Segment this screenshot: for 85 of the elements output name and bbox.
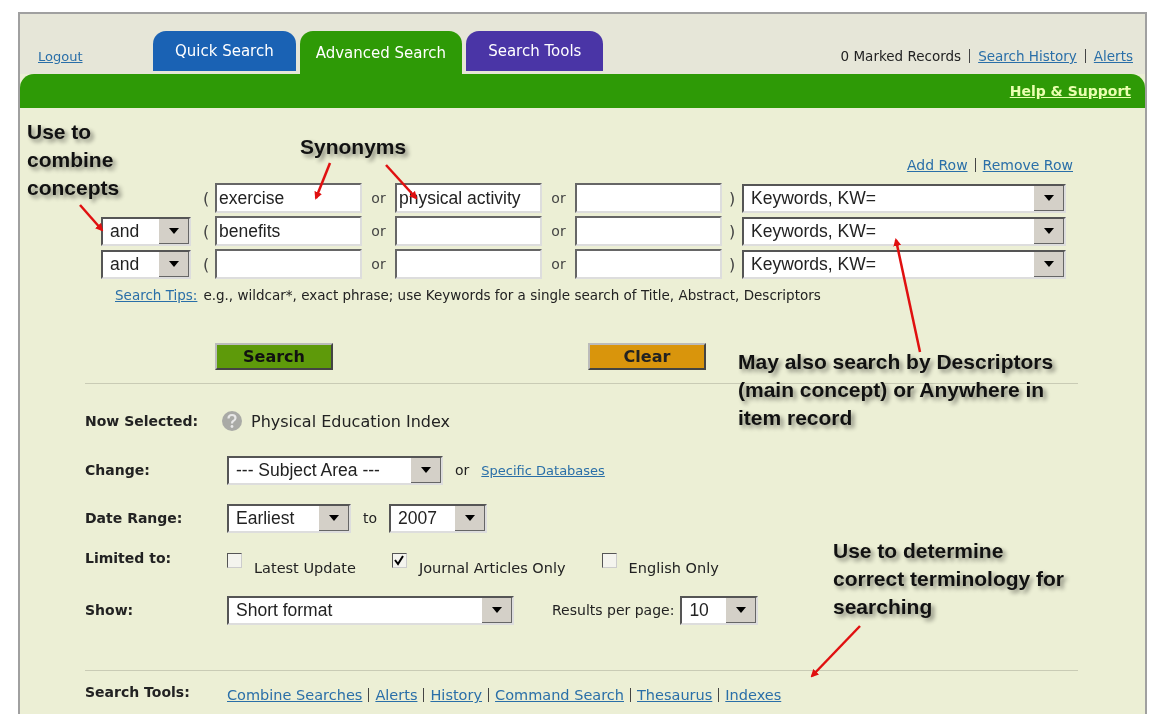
results-per-page-select[interactable]: 10	[680, 595, 759, 625]
format-select[interactable]: Short format	[227, 595, 514, 625]
date-select[interactable]: 2007	[389, 503, 488, 533]
term-field[interactable]	[575, 249, 722, 279]
search-tools-label: Search Tools:	[85, 683, 191, 701]
search-tips-link[interactable]: Search Tips:	[115, 287, 198, 303]
clear-button[interactable]: Clear	[588, 343, 706, 370]
term-field[interactable]	[395, 249, 542, 279]
joiner-text: or	[550, 223, 567, 239]
caret-icon	[169, 261, 179, 267]
tab[interactable]: Quick Search	[153, 31, 296, 71]
caret-icon	[329, 515, 339, 521]
operator-select[interactable]: and	[101, 249, 191, 279]
search-tool-link[interactable]: Alerts	[375, 687, 418, 703]
field-select[interactable]: Keywords, KW=	[742, 216, 1066, 246]
annotation-text: May also search by Descriptors (main concept) or Anywhere in item record	[738, 349, 1055, 431]
field-label: Change:	[85, 462, 151, 478]
caret-icon	[1044, 228, 1054, 234]
tab[interactable]: Search Tools	[466, 31, 604, 71]
caret-icon	[421, 467, 431, 473]
paren: )	[729, 188, 737, 208]
databases-link[interactable]: Specific Databases	[481, 462, 605, 478]
field-select[interactable]: Keywords, KW=	[742, 249, 1066, 279]
search-tool-link[interactable]: Command Search	[495, 687, 624, 703]
search-tips-text: e.g., wildcar*, exact phrase; use Keywords for a single search of Title, Abstract, Descriptors	[203, 287, 821, 303]
caret-icon	[492, 607, 502, 613]
paren: )	[729, 221, 737, 241]
search-tool-link[interactable]: Thesaurus	[637, 687, 713, 703]
annotation-text: Use to combine concepts	[27, 119, 121, 201]
checkbox[interactable]	[227, 553, 242, 568]
term-field[interactable]: benefits	[215, 216, 362, 246]
term-field[interactable]	[575, 183, 722, 213]
help-link[interactable]: Help & Support	[1009, 83, 1131, 99]
joiner-text: or	[370, 223, 387, 239]
caret-icon	[465, 515, 476, 521]
search-tool-link[interactable]: Indexes	[725, 687, 782, 703]
arrow	[810, 625, 861, 678]
search-tool-link[interactable]: Combine Searches	[227, 687, 363, 703]
annotation-text: Synonyms	[300, 134, 408, 160]
annotation-text: Use to determine correct terminology for searching	[833, 538, 1066, 620]
header-link[interactable]: Search History	[978, 48, 1077, 64]
checkbox-label: Latest Update	[254, 560, 356, 576]
paren: (	[203, 188, 211, 208]
caret-icon	[169, 228, 179, 234]
term-field[interactable]	[575, 216, 722, 246]
field-label: Now Selected:	[85, 413, 200, 429]
joiner-text: or	[455, 462, 470, 478]
operator-select[interactable]: and	[101, 216, 191, 246]
term-field[interactable]: exercise	[215, 183, 362, 213]
term-field[interactable]	[395, 216, 542, 246]
field-label: Limited to:	[85, 550, 173, 566]
caret-icon	[1044, 195, 1054, 201]
checkbox[interactable]	[391, 553, 407, 568]
paren: (	[203, 254, 211, 274]
date-select[interactable]: Earliest	[227, 503, 351, 533]
subject-select[interactable]: --- Subject Area ---	[227, 455, 443, 485]
joiner-text: or	[370, 190, 387, 206]
search-button[interactable]: Search	[215, 343, 333, 370]
caret-icon	[736, 607, 747, 613]
checkbox-label: Journal Articles Only	[418, 560, 566, 576]
field-label: Date Range:	[85, 510, 184, 526]
paren: )	[729, 254, 737, 274]
tab[interactable]: Advanced Search	[299, 31, 463, 74]
row-link[interactable]: Add Row	[906, 157, 968, 173]
results-per-page-label: Results per page:	[552, 602, 675, 618]
joiner-text: or	[550, 190, 567, 206]
joiner-text: or	[370, 256, 387, 272]
marked-records-count: 0 Marked Records	[840, 48, 962, 64]
database-name: Physical Education Index	[251, 411, 450, 431]
header-link[interactable]: Alerts	[1093, 48, 1133, 64]
logout-link[interactable]: Logout	[38, 49, 153, 64]
row-link[interactable]: Remove Row	[982, 157, 1073, 173]
joiner-text: to	[363, 510, 378, 526]
field-label: Show:	[85, 602, 135, 618]
checkbox[interactable]	[601, 553, 617, 568]
term-field[interactable]	[215, 249, 362, 279]
field-select[interactable]: Keywords, KW=	[742, 183, 1066, 213]
caret-icon	[1044, 261, 1054, 267]
term-field[interactable]: physical activity	[395, 183, 542, 213]
arrow	[314, 162, 332, 200]
checkbox-label: English Only	[628, 560, 719, 576]
arrow	[79, 204, 104, 232]
search-tool-link[interactable]: History	[430, 687, 483, 703]
joiner-text: or	[550, 256, 567, 272]
paren: (	[203, 221, 211, 241]
